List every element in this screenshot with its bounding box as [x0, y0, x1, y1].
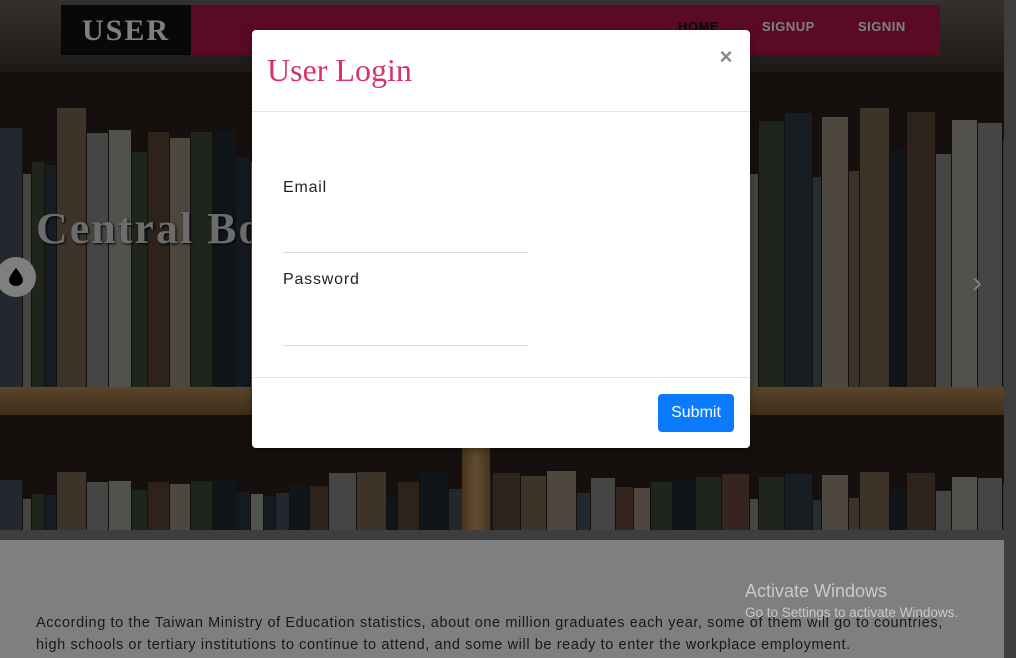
modal-title: User Login: [267, 52, 412, 88]
modal-header: User Login ×: [252, 30, 750, 112]
password-label: Password: [283, 271, 360, 288]
close-icon: ×: [719, 44, 733, 69]
email-field[interactable]: [283, 222, 528, 253]
activate-windows-title: Activate Windows: [745, 581, 888, 601]
activate-windows-subtitle: Go to Settings to activate Windows.: [745, 605, 959, 620]
submit-button[interactable]: Submit: [658, 394, 734, 432]
close-button[interactable]: ×: [718, 45, 734, 69]
login-modal: User Login × Email Password Submit: [252, 30, 750, 448]
modal-body: Email Password: [252, 112, 750, 378]
password-field[interactable]: [283, 315, 528, 346]
email-label: Email: [283, 179, 328, 196]
